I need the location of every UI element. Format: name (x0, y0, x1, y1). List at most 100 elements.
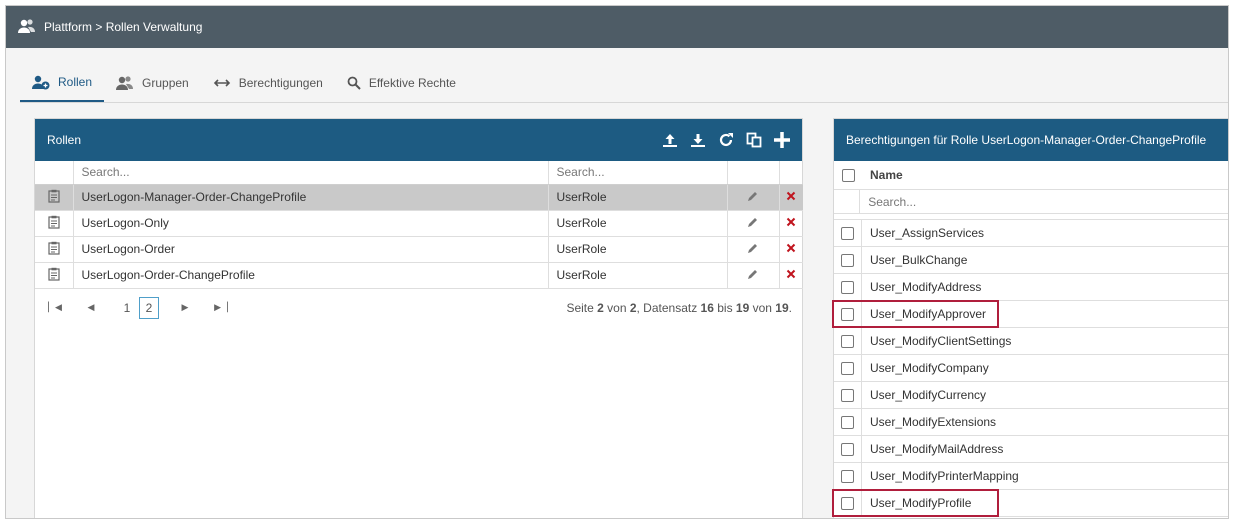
tab-label: Berechtigungen (238, 76, 323, 90)
tab-rollen[interactable]: Rollen (20, 64, 105, 102)
list-item[interactable]: User_ModifyAddress (834, 274, 1228, 301)
table-row[interactable]: UserLogon-Order UserRole (35, 236, 803, 263)
first-page-icon[interactable]: ▏◀ (45, 302, 65, 313)
name-search-input[interactable] (81, 165, 540, 180)
filter-cell-empty (834, 189, 861, 214)
permission-name: User_ModifyCurrency (870, 388, 987, 402)
roles-panel-header: Rollen (35, 119, 802, 161)
tab-divider (20, 102, 1228, 103)
checkbox[interactable] (834, 382, 862, 408)
edit-icon[interactable] (727, 184, 780, 211)
permission-name: User_ModifyClientSettings (870, 334, 1012, 348)
permission-name: User_ModifyCompany (870, 361, 989, 375)
checkbox[interactable] (834, 247, 862, 273)
top-bar: Plattform > Rollen Verwaltung (6, 6, 1228, 48)
role-type: UserRole (548, 210, 728, 237)
edit-icon[interactable] (727, 210, 780, 237)
list-item[interactable]: User_ModifyClientSettings (834, 328, 1228, 355)
app-window: Plattform > Rollen Verwaltung Rollen Gru… (5, 5, 1229, 519)
users-icon (18, 18, 36, 37)
tab-berechtigungen[interactable]: Berechtigungen (201, 64, 335, 102)
edit-icon[interactable] (727, 236, 780, 263)
tab-label: Rollen (58, 75, 93, 89)
tab-gruppen[interactable]: Gruppen (104, 64, 201, 102)
next-page-icon[interactable]: ▶ (175, 302, 195, 313)
page-button[interactable]: 1 (117, 297, 137, 319)
checkbox[interactable] (834, 463, 862, 489)
pager-info: Seite 2 von 2, Datensatz 16 bis 19 von 1… (566, 301, 792, 315)
checkbox[interactable] (834, 436, 862, 462)
filter-row (35, 161, 803, 185)
checkbox[interactable] (834, 220, 862, 246)
checkbox[interactable] (834, 274, 862, 300)
role-type: UserRole (548, 184, 728, 211)
permission-search-input[interactable] (868, 194, 1228, 209)
delete-icon[interactable] (779, 236, 803, 263)
role-name: UserLogon-Order-ChangeProfile (73, 262, 549, 289)
add-user-icon (32, 74, 50, 90)
refresh-icon[interactable] (716, 130, 736, 150)
list-item[interactable]: User_AssignServices (834, 220, 1228, 247)
pager-total-pages: 2 (629, 300, 637, 315)
filter-row (834, 189, 1228, 214)
download-icon[interactable] (688, 130, 708, 150)
group-icon (116, 75, 134, 91)
copy-icon[interactable] (744, 130, 764, 150)
list-item[interactable]: User_BulkChange (834, 247, 1228, 274)
permission-name: User_AssignServices (870, 226, 985, 240)
table-row[interactable]: UserLogon-Only UserRole (35, 210, 803, 237)
role-type: UserRole (548, 262, 728, 289)
pager-text: , Datensatz (636, 300, 701, 315)
pager-total: 19 (775, 300, 789, 315)
add-icon[interactable] (772, 130, 792, 150)
permission-name: User_ModifyPrinterMapping (870, 469, 1019, 483)
type-search-input[interactable] (556, 165, 719, 180)
page-button-current[interactable]: 2 (139, 296, 159, 319)
roles-panel-title: Rollen (47, 133, 82, 147)
permissions-panel-title: Berechtigungen für Rolle UserLogon-Manag… (846, 133, 1207, 147)
upload-icon[interactable] (660, 130, 680, 150)
highlight-box-approver (832, 300, 999, 328)
table-row[interactable]: UserLogon-Order-ChangeProfile UserRole (35, 262, 803, 289)
list-item[interactable]: User_ModifyCompany (834, 355, 1228, 382)
tab-effektive-rechte[interactable]: Effektive Rechte (335, 64, 468, 102)
checkbox[interactable] (834, 328, 862, 354)
role-type: UserRole (548, 236, 728, 263)
clipboard-icon (35, 210, 74, 237)
filter-cell-name (73, 161, 549, 185)
role-name: UserLogon-Only (73, 210, 549, 237)
arrows-horizontal-icon (213, 77, 231, 89)
roles-panel: Rollen Search... Search... UserLogon-Man… (34, 118, 803, 518)
prev-page-icon[interactable]: ◀ (81, 302, 101, 313)
checkbox[interactable] (834, 409, 862, 435)
list-item[interactable]: User_ModifyCurrency (834, 382, 1228, 409)
select-all-checkbox[interactable] (834, 161, 862, 189)
column-header-name: Name (870, 168, 903, 182)
delete-icon[interactable] (779, 210, 803, 237)
delete-icon[interactable] (779, 262, 803, 289)
table-row[interactable]: UserLogon-Manager-Order-ChangeProfile Us… (35, 184, 803, 211)
pager-text: von (603, 300, 630, 315)
edit-icon[interactable] (727, 262, 780, 289)
checkbox[interactable] (834, 355, 862, 381)
pager-to: 19 (735, 300, 750, 315)
tab-label: Effektive Rechte (368, 76, 456, 90)
clipboard-icon (35, 236, 74, 263)
list-item[interactable]: User_ModifyMailAddress (834, 436, 1228, 463)
permission-name: User_ModifyAddress (870, 280, 982, 294)
pager-text: von (749, 300, 776, 315)
permissions-panel-header: Berechtigungen für Rolle UserLogon-Manag… (834, 119, 1228, 161)
clipboard-icon (35, 262, 74, 289)
list-item[interactable]: User_ModifyPrinterMapping (834, 463, 1228, 490)
search-icon (347, 76, 361, 90)
last-page-icon[interactable]: ▶▕ (211, 302, 231, 313)
filter-cell-empty (779, 161, 803, 185)
role-name: UserLogon-Manager-Order-ChangeProfile (73, 184, 549, 211)
filter-cell-empty (35, 161, 74, 185)
delete-icon[interactable] (779, 184, 803, 211)
list-item[interactable]: User_ModifyExtensions (834, 409, 1228, 436)
pager-from: 16 (700, 300, 714, 315)
filter-cell-empty (727, 161, 780, 185)
permission-name: User_BulkChange (870, 253, 968, 267)
role-name: UserLogon-Order (73, 236, 549, 263)
